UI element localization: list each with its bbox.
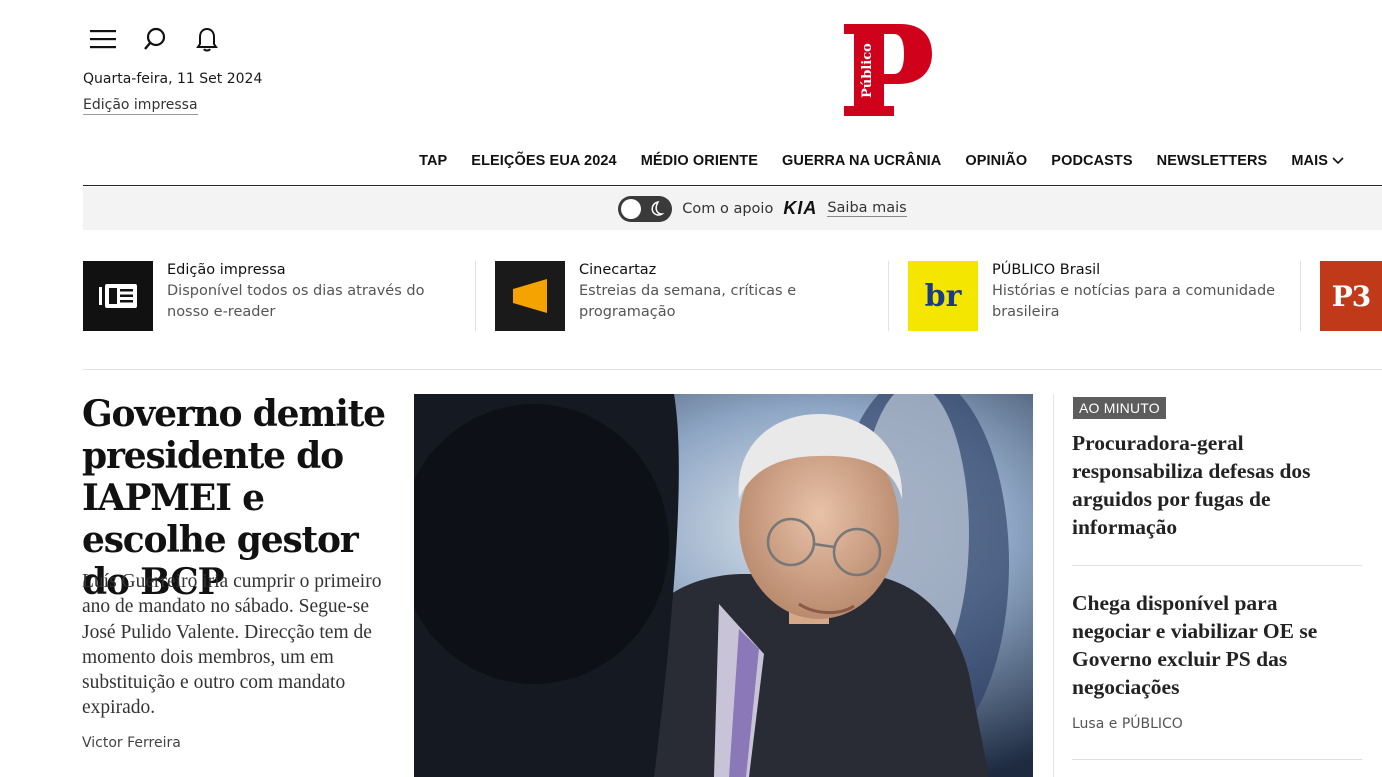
service-p3[interactable]: P3 bbox=[1320, 261, 1382, 331]
nav-item-guerra-ucrania[interactable]: GUERRA NA UCRÂNIA bbox=[782, 153, 941, 169]
lead-photo[interactable] bbox=[414, 394, 1033, 777]
divider bbox=[888, 261, 889, 331]
lead-author[interactable]: Victor Ferreira bbox=[82, 735, 181, 751]
nav-item-tap[interactable]: TAP bbox=[419, 153, 447, 169]
e-reader-icon bbox=[83, 261, 153, 331]
dark-mode-toggle[interactable] bbox=[618, 195, 673, 222]
services-row: Edição impressa Disponível todos os dias… bbox=[83, 261, 1382, 333]
section-divider bbox=[83, 369, 1382, 370]
moon-icon bbox=[651, 200, 665, 216]
nav-item-podcasts[interactable]: PODCASTS bbox=[1051, 153, 1132, 169]
divider bbox=[1300, 261, 1301, 331]
search-button[interactable] bbox=[140, 24, 170, 54]
side-story-headline[interactable]: Procuradora-geral responsabiliza defesas… bbox=[1072, 429, 1342, 541]
side-story-headline[interactable]: Chega disponível para negociar e viabili… bbox=[1072, 589, 1342, 701]
service-description: Estreias da semana, críticas e programaç… bbox=[579, 283, 797, 320]
kia-logo[interactable]: KIA bbox=[783, 198, 817, 219]
publico-logo[interactable]: Público bbox=[842, 22, 934, 118]
nav-item-medio-oriente[interactable]: MÉDIO ORIENTE bbox=[641, 153, 758, 169]
nav-item-mais-label: MAIS bbox=[1291, 153, 1328, 169]
br-logo-text: br bbox=[924, 278, 962, 314]
side-story-source: Lusa e PÚBLICO bbox=[1072, 716, 1183, 732]
print-edition-link[interactable]: Edição impressa bbox=[83, 97, 198, 115]
service-publico-brasil[interactable]: br PÚBLICO Brasil Histórias e notícias p… bbox=[908, 261, 1277, 331]
main-nav: TAP ELEIÇÕES EUA 2024 MÉDIO ORIENTE GUER… bbox=[83, 150, 1382, 186]
column-divider bbox=[1053, 394, 1054, 777]
p3-logo-text: P3 bbox=[1331, 279, 1372, 313]
side-divider bbox=[1072, 759, 1362, 760]
live-badge: AO MINUTO bbox=[1073, 397, 1166, 419]
lead-summary: Luís Guerreiro iria cumprir o primeiro a… bbox=[82, 571, 382, 719]
publico-brasil-icon: br bbox=[908, 261, 978, 331]
divider bbox=[475, 261, 476, 331]
toggle-knob bbox=[621, 198, 642, 219]
service-description: Histórias e notícias para a comunidade b… bbox=[992, 283, 1276, 320]
sponsor-bar: Com o apoio KIA Saiba mais bbox=[83, 187, 1382, 230]
hamburger-icon bbox=[90, 30, 116, 49]
service-cinecartaz[interactable]: Cinecartaz Estreias da semana, críticas … bbox=[495, 261, 809, 331]
service-title: Cinecartaz bbox=[579, 262, 657, 278]
nav-item-opiniao[interactable]: OPINIÃO bbox=[965, 153, 1027, 169]
learn-more-link[interactable]: Saiba mais bbox=[827, 200, 907, 217]
search-icon bbox=[144, 27, 166, 50]
sponsor-text: Com o apoio bbox=[682, 200, 774, 217]
chevron-down-icon bbox=[1332, 157, 1344, 165]
header-tools bbox=[88, 24, 222, 54]
service-title: PÚBLICO Brasil bbox=[992, 262, 1101, 278]
current-date: Quarta-feira, 11 Set 2024 bbox=[83, 71, 263, 87]
nav-item-newsletters[interactable]: NEWSLETTERS bbox=[1157, 153, 1268, 169]
nav-item-eleicoes[interactable]: ELEIÇÕES EUA 2024 bbox=[471, 153, 616, 169]
service-print-edition[interactable]: Edição impressa Disponível todos os dias… bbox=[83, 261, 447, 331]
bell-icon bbox=[196, 27, 218, 52]
notifications-button[interactable] bbox=[192, 24, 222, 54]
menu-button[interactable] bbox=[88, 24, 118, 54]
logo-wordmark: Público bbox=[860, 43, 875, 98]
cinecartaz-icon bbox=[495, 261, 565, 331]
p3-icon: P3 bbox=[1320, 261, 1382, 331]
service-description: Disponível todos os dias através do noss… bbox=[167, 283, 425, 320]
service-title: Edição impressa bbox=[167, 262, 286, 278]
side-divider bbox=[1072, 565, 1362, 566]
nav-item-mais[interactable]: MAIS bbox=[1291, 153, 1344, 169]
